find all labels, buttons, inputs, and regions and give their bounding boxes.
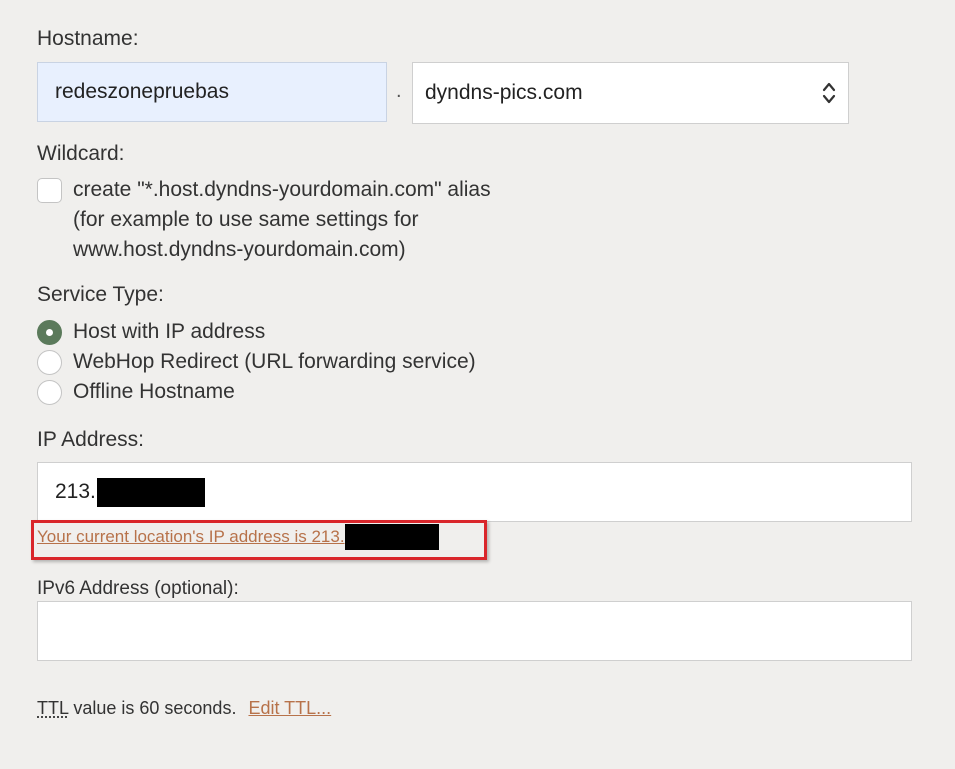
ttl-abbreviation: TTL: [37, 698, 69, 718]
ip-address-input-value: 213.: [55, 480, 96, 503]
service-type-label: Service Type:: [37, 283, 164, 306]
service-type-option-offline-label[interactable]: Offline Hostname: [73, 377, 235, 407]
ip-address-input[interactable]: 213.: [37, 462, 912, 522]
highlight-annotation-box: [31, 520, 487, 560]
domain-select[interactable]: dyndns-pics.com: [412, 62, 849, 124]
service-type-radio-offline[interactable]: [37, 380, 62, 405]
ip-address-redaction: [96, 477, 205, 507]
up-down-chevron-icon: [822, 81, 836, 105]
radio-dot-icon: [46, 329, 53, 336]
ttl-row: TTL value is 60 seconds. Edit TTL...: [37, 698, 331, 719]
hostname-input[interactable]: redeszonepruebas: [37, 62, 387, 122]
service-type-radio-host-ip[interactable]: [37, 320, 62, 345]
hostname-domain-separator: .: [396, 80, 402, 102]
ipv6-address-input[interactable]: [37, 601, 912, 661]
wildcard-description-line-1: create "*.host.dyndns-yourdomain.com" al…: [73, 178, 491, 201]
ttl-value-text: value is 60 seconds.: [68, 698, 237, 718]
domain-select-value: dyndns-pics.com: [425, 81, 583, 104]
hostname-label: Hostname:: [37, 27, 139, 50]
wildcard-checkbox[interactable]: [37, 178, 62, 203]
service-type-option-webhop-label[interactable]: WebHop Redirect (URL forwarding service): [73, 347, 476, 377]
wildcard-label: Wildcard:: [37, 142, 125, 165]
ipv6-address-label: IPv6 Address (optional):: [37, 578, 239, 599]
hostname-input-value: redeszonepruebas: [55, 80, 229, 103]
service-type-option-host-ip-label[interactable]: Host with IP address: [73, 317, 265, 347]
wildcard-description-line-3: www.host.dyndns-yourdomain.com): [73, 238, 406, 261]
service-type-radio-webhop[interactable]: [37, 350, 62, 375]
edit-ttl-link[interactable]: Edit TTL...: [248, 698, 331, 718]
ip-address-label: IP Address:: [37, 428, 145, 451]
wildcard-description-line-2: (for example to use same settings for: [73, 208, 419, 231]
